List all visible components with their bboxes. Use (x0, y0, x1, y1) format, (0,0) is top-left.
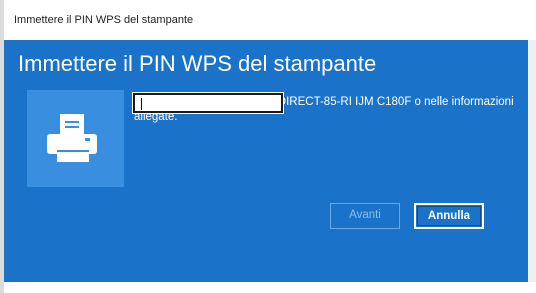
window-bottom-edge (4, 282, 536, 293)
dialog-heading: Immettere il PIN WPS del stampante (18, 51, 377, 76)
dialog-body: Immettere il PIN WPS del stampante Puoi … (4, 40, 528, 282)
next-button[interactable]: Avanti (330, 203, 400, 229)
window-title: Immettere il PIN WPS del stampante (14, 14, 194, 26)
wps-pin-window: Immettere il PIN WPS del stampante Immet… (0, 0, 536, 293)
text-caret (141, 98, 142, 110)
wps-pin-input[interactable] (132, 92, 284, 114)
printer-icon (47, 114, 97, 162)
printer-tile (27, 90, 124, 187)
cancel-button[interactable]: Annulla (414, 203, 484, 229)
title-bar[interactable]: Immettere il PIN WPS del stampante (4, 0, 536, 41)
window-right-edge (528, 40, 536, 282)
